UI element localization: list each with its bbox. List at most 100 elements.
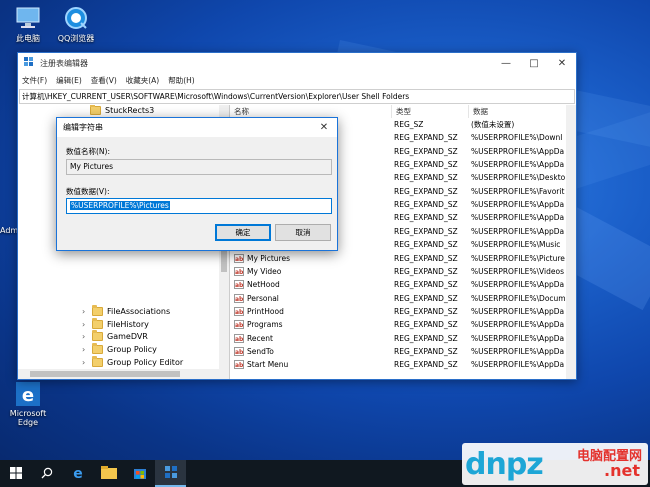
desktop-icon-label: QQ浏览器 xyxy=(57,34,95,43)
expand-chevron-icon[interactable]: › xyxy=(82,332,92,341)
cell-type: REG_EXPAND_SZ xyxy=(394,253,458,263)
tree-item[interactable]: › Group Policy xyxy=(82,343,157,356)
dialog-title: 编辑字符串 xyxy=(63,123,103,132)
cell-data: %USERPROFILE%\AppDa xyxy=(471,200,565,210)
minimize-button[interactable]: — xyxy=(492,53,520,73)
tree-item-label: FileHistory xyxy=(107,319,149,329)
list-vertical-scrollbar[interactable] xyxy=(566,105,576,379)
site-watermark: dnpz 电脑配置网 .net xyxy=(462,443,648,485)
folder-icon xyxy=(92,343,103,355)
cell-type: REG_EXPAND_SZ xyxy=(394,360,458,370)
taskbar-store[interactable] xyxy=(124,460,155,487)
tree-item-label: Group Policy xyxy=(107,345,157,355)
registry-app-icon xyxy=(164,465,178,481)
taskbar-registry-editor[interactable] xyxy=(155,460,186,487)
value-name-label: 数值名称(N): xyxy=(66,147,110,156)
close-button[interactable]: ✕ xyxy=(548,53,576,73)
store-icon xyxy=(133,466,147,482)
start-button[interactable] xyxy=(0,460,31,487)
maximize-button[interactable]: □ xyxy=(520,53,548,73)
cell-data: %USERPROFILE%\AppDa xyxy=(471,306,565,316)
cell-type: REG_EXPAND_SZ xyxy=(394,293,458,303)
tree-item[interactable]: › FileHistory xyxy=(82,317,149,331)
cell-name: ab Start Menu xyxy=(234,360,289,370)
dialog-close-button[interactable]: ✕ xyxy=(311,122,337,133)
menu-file[interactable]: 文件(F) xyxy=(22,75,47,86)
table-row[interactable]: ab Recent REG_EXPAND_SZ %USERPROFILE%\AppDa xyxy=(230,332,576,345)
column-header-data[interactable]: 数据 xyxy=(469,105,576,118)
svg-text:e: e xyxy=(73,466,83,480)
menu-help[interactable]: 帮助(H) xyxy=(168,75,195,86)
search-button[interactable] xyxy=(31,460,62,487)
taskbar-edge[interactable]: e xyxy=(62,460,93,487)
registry-title: 注册表编辑器 xyxy=(40,58,88,68)
string-value-icon: ab xyxy=(234,360,244,370)
menu-view[interactable]: 查看(V) xyxy=(91,75,117,86)
windows-icon xyxy=(9,466,22,481)
string-value-icon: ab xyxy=(234,333,244,343)
dialog-titlebar[interactable]: 编辑字符串 ✕ xyxy=(57,118,337,137)
column-header-type[interactable]: 类型 xyxy=(392,105,469,118)
expand-chevron-icon[interactable]: › xyxy=(82,358,92,367)
cell-type: REG_EXPAND_SZ xyxy=(394,280,458,290)
table-row[interactable]: ab NetHood REG_EXPAND_SZ %USERPROFILE%\AppD… xyxy=(230,278,576,291)
ok-button[interactable]: 确定 xyxy=(215,224,271,241)
svg-text:e: e xyxy=(22,385,34,406)
folder-icon xyxy=(92,305,103,316)
expand-chevron-icon[interactable]: › xyxy=(82,320,92,329)
cell-type: REG_EXPAND_SZ xyxy=(394,306,458,316)
table-row[interactable]: ab My Pictures REG_EXPAND_SZ %USERPROFILE%\… xyxy=(230,252,576,265)
folder-icon xyxy=(92,355,103,367)
edge-icon: e xyxy=(14,382,42,406)
edit-string-dialog[interactable]: 编辑字符串 ✕ 数值名称(N): My Pictures 数值数据(V): %U… xyxy=(56,117,338,251)
string-value-icon: ab xyxy=(234,293,244,303)
tree-item[interactable]: StuckRects3 xyxy=(90,105,154,117)
tree-item-label: GameDVR xyxy=(107,332,148,342)
expand-chevron-icon[interactable]: › xyxy=(82,345,92,354)
edge-icon: e xyxy=(71,466,85,482)
cell-data: %USERPROFILE%\Downl xyxy=(471,133,563,143)
table-row[interactable]: ab SendTo REG_EXPAND_SZ %USERPROFILE%\AppDa xyxy=(230,345,576,358)
expand-chevron-icon[interactable]: › xyxy=(82,307,92,316)
value-data-field[interactable]: %USERPROFILE%\Pictures xyxy=(66,198,332,214)
cell-name: ab SendTo xyxy=(234,347,274,357)
tree-item[interactable]: › GameDVR xyxy=(82,330,148,343)
taskbar-file-explorer[interactable] xyxy=(93,460,124,487)
cell-name: ab PrintHood xyxy=(234,307,284,317)
menu-edit[interactable]: 编辑(E) xyxy=(56,75,82,86)
table-row[interactable]: ab Programs REG_EXPAND_SZ %USERPROFILE%\App… xyxy=(230,318,576,331)
value-name-field[interactable]: My Pictures xyxy=(66,159,332,175)
table-row[interactable]: ab My Video REG_EXPAND_SZ %USERPROFILE%\Vid… xyxy=(230,265,576,278)
table-row[interactable]: ab Personal REG_EXPAND_SZ %USERPROFILE%\Doc… xyxy=(230,292,576,305)
cell-name: ab My Video xyxy=(234,266,282,276)
tree-horizontal-scrollbar[interactable] xyxy=(18,369,229,379)
menu-favorites[interactable]: 收藏夹(A) xyxy=(126,75,159,86)
cell-data: %USERPROFILE%\Deskto xyxy=(471,173,566,183)
address-bar[interactable]: 计算机\HKEY_CURRENT_USER\SOFTWARE\Microsoft… xyxy=(19,89,575,104)
cell-type: REG_EXPAND_SZ xyxy=(394,213,458,223)
cell-type: REG_EXPAND_SZ xyxy=(394,133,458,143)
cell-type: REG_SZ xyxy=(394,120,424,129)
table-row[interactable]: ab Start Menu REG_EXPAND_SZ %USERPROFILE%\A… xyxy=(230,358,576,371)
value-data-label: 数值数据(V): xyxy=(66,187,110,196)
cell-data: %USERPROFILE%\Docum xyxy=(471,293,566,303)
table-row[interactable]: ab PrintHood REG_EXPAND_SZ %USERPROFILE%\Ap… xyxy=(230,305,576,318)
string-value-icon: ab xyxy=(234,320,244,330)
cell-data: %USERPROFILE%\AppDa xyxy=(471,320,565,330)
registry-titlebar[interactable]: 注册表编辑器 — □ ✕ xyxy=(18,53,576,73)
cell-data: %USERPROFILE%\AppDa xyxy=(471,346,565,356)
cell-data: %USERPROFILE%\Picture xyxy=(471,253,565,263)
desktop-icon-edge[interactable]: e Microsoft Edge xyxy=(0,382,56,427)
string-value-icon: ab xyxy=(234,347,244,357)
cell-type: REG_EXPAND_SZ xyxy=(394,240,458,250)
folder-icon xyxy=(92,317,103,329)
tree-item[interactable]: › FileAssociations xyxy=(82,305,170,318)
cell-data: %USERPROFILE%\Music xyxy=(471,240,561,250)
cell-data: (数值未设置) xyxy=(471,120,515,129)
folder-icon xyxy=(100,466,117,481)
tree-item[interactable]: › Group Policy Editor xyxy=(82,355,183,369)
cancel-button[interactable]: 取消 xyxy=(275,224,331,241)
cell-name: ab Personal xyxy=(234,293,279,303)
desktop-icon-qq-browser[interactable]: QQ浏览器 xyxy=(48,6,104,44)
cell-type: REG_EXPAND_SZ xyxy=(394,320,458,330)
